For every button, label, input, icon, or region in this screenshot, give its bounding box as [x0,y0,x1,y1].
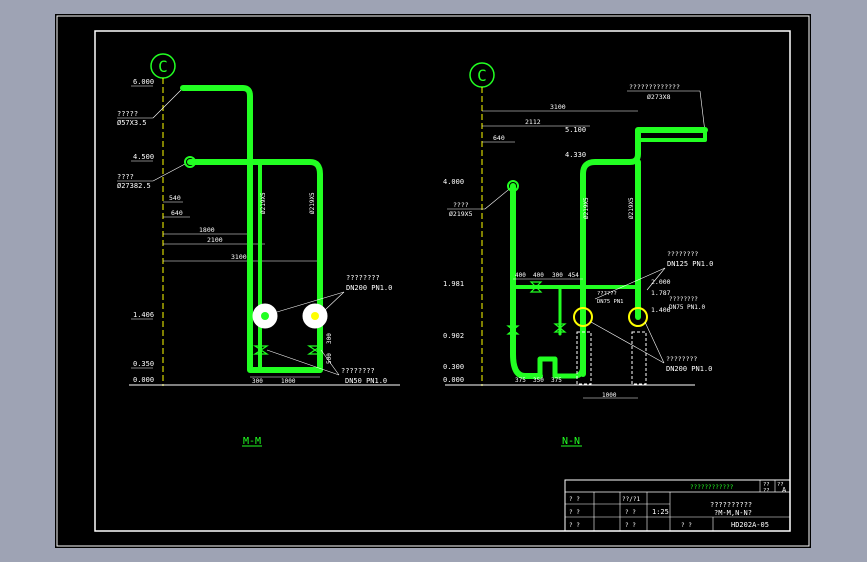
dim-3100: 3100 [231,253,247,261]
note-pipe-mid-size: Ø27382.5 [117,182,151,190]
elev-0902: 0.902 [443,332,464,340]
axis-label-nn: C [477,66,487,85]
outer-frame [56,15,810,547]
leader [152,163,186,182]
elev-6000: 6.000 [133,78,154,86]
elev-4500: 4.500 [133,153,154,161]
dim-454: 454 [568,272,579,279]
tb-cell: ? ? [681,522,692,529]
drawing-title-1: ?????????? [710,501,752,509]
note-valve-big-size: DN200 PN1.0 [346,284,392,292]
elev-0300: 0.300 [443,363,464,371]
title-header-right-2: ?? [763,488,770,494]
dim-400-b: 400 [533,272,544,279]
tb-cell: ? ? [625,522,636,529]
note-left-pipe-size: Ø219X5 [449,210,473,218]
note-pipe-top-size: Ø57X3.5 [117,119,147,127]
leader [590,321,665,364]
vertical-label-right: Ø219X5 [309,192,316,214]
elev-4000: 4.000 [443,178,464,186]
elev-4330: 4.330 [565,151,586,159]
dim-2100: 2100 [207,236,223,244]
tb-cell: ? ? [569,496,580,503]
title-header: ???????????? [690,484,734,491]
dim-1000-nn: 1000 [602,392,617,399]
leader [699,90,706,133]
note-valve-big: ???????? [346,274,380,282]
elev-2000: 2.000 [651,278,671,286]
note-valve-125: ???????? [667,250,698,258]
vertical-label-left: Ø219X5 [260,192,267,214]
note-mid-size: DN75 PN1 [597,299,624,305]
note-reducer: ???????? [669,296,698,303]
valve-flange-right-inner [311,312,319,320]
note-pipe-top: ????? [117,110,138,118]
dim-300-nn: 300 [552,272,563,279]
elev-1406: 1.406 [133,311,154,319]
elev-1981: 1.981 [443,280,464,288]
note-pipe-mid: ???? [117,173,134,181]
sheet-mark: A [782,486,787,494]
dim-300-b: 300 [326,333,333,344]
dim-1000: 1000 [281,378,296,385]
tb-cell: ? ? [625,509,636,516]
note-top-right-size: Ø273X8 [647,93,671,101]
leader [644,321,665,364]
drawing-title-2: ?M-M,N-N? [714,509,752,517]
dim-3100-nn: 3100 [550,103,566,111]
view-label-mm: M-M [243,436,261,447]
dim-540: 540 [169,194,181,202]
note-valve-small-size: DN50 PN1.0 [345,377,387,385]
note-reducer-size: DN75 PN1.0 [669,304,706,311]
leader [152,87,184,119]
view-mm: C 6.000 4.500 1.406 0.350 0.000 ????? Ø5… [117,53,400,447]
elev-5100: 5.100 [565,126,586,134]
dim-2112: 2112 [525,118,541,126]
elev-0350: 0.350 [133,360,154,368]
dim-400-a: 400 [515,272,526,279]
dim-375-b: 375 [551,377,562,384]
note-top-right: ????????????? [629,83,680,91]
cad-drawing: C 6.000 4.500 1.406 0.350 0.000 ????? Ø5… [56,15,810,547]
tb-cell: ??/?1 [622,496,640,503]
elev-1406-nn: 1.406 [651,306,671,314]
vertical-label-b: Ø219X5 [628,197,635,219]
note-valve-125-size: DN125 PN1.0 [667,260,713,268]
view-nn: C 4.000 1.981 0.902 0.300 0.000 5.100 4.… [443,62,713,447]
elev-0000-nn: 0.000 [443,376,464,384]
dim-1800: 1800 [199,226,215,234]
note-valve-200: ???????? [666,355,697,363]
dim-350: 350 [533,377,544,384]
note-mid: ?????? [597,291,617,297]
axis-label-mm: C [158,57,168,76]
elev-0000: 0.000 [133,376,154,384]
note-valve-small: ???????? [341,367,375,375]
valve-flange-left-inner [261,312,269,320]
dim-375-a: 375 [515,377,526,384]
dim-500: 500 [326,353,333,364]
note-left-pipe: ???? [453,201,469,209]
drawing-number: HD202A-05 [731,521,769,529]
note-valve-200-size: DN200 PN1.0 [666,365,712,373]
tb-cell: ? ? [569,522,580,529]
dim-640-nn: 640 [493,134,505,142]
elev-1787: 1.787 [651,289,671,297]
dim-300-a: 300 [252,378,263,385]
scale: 1:25 [652,508,669,516]
support-right [631,331,647,385]
title-block: ???????????? ?? ?? ?? A ?????????? ?M-M,… [564,479,791,532]
view-label-nn: N-N [562,436,580,447]
vertical-label-a: Ø219X5 [583,197,590,219]
drawing-sheet: C 6.000 4.500 1.406 0.350 0.000 ????? Ø5… [55,14,811,548]
dim-640: 640 [171,209,183,217]
tb-cell: ? ? [569,509,580,516]
